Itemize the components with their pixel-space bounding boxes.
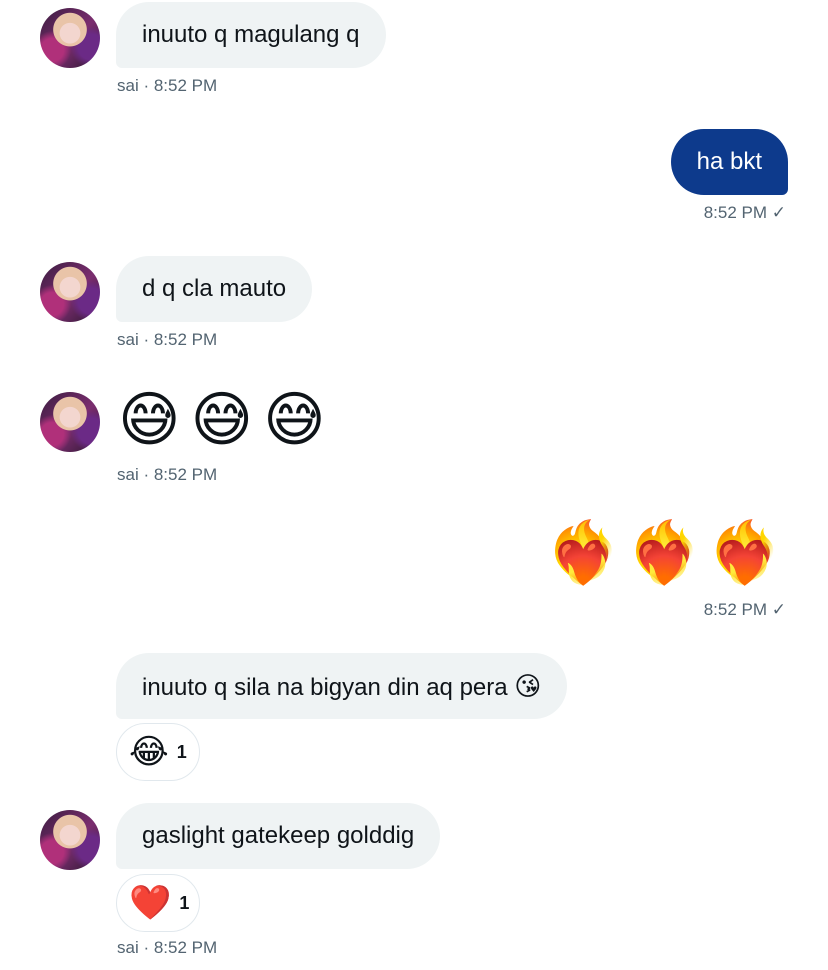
message-bubble[interactable]: inuuto q magulang q [116, 2, 386, 68]
message-meta: 8:52 PM ✓ [703, 203, 786, 222]
reaction-pill[interactable]: 😂 1 [116, 723, 200, 781]
emoji-message[interactable]: ❤️‍🔥❤️‍🔥❤️‍🔥 [546, 518, 788, 588]
kiss-emoji: 😘 [514, 671, 542, 701]
emoji-message[interactable]: 😅😅😅 [118, 385, 336, 455]
laughing-emoji-icon: 😂 [129, 733, 169, 771]
message-text: inuuto q sila na bigyan din aq pera [142, 674, 508, 701]
message-meta: sai · 8:52 PM [117, 465, 218, 484]
message-bubble[interactable]: gaslight gatekeep golddig [116, 803, 441, 869]
avatar[interactable] [40, 392, 100, 452]
message-meta: sai · 8:52 PM [117, 938, 218, 957]
avatar[interactable] [40, 810, 100, 870]
message-meta: sai · 8:52 PM [117, 76, 218, 95]
message-bubble[interactable]: ha bkt [670, 129, 788, 195]
reaction-count: 1 [176, 741, 187, 762]
avatar[interactable] [40, 8, 100, 68]
reaction-count: 1 [179, 892, 190, 913]
heart-emoji-icon: ❤️ [129, 884, 172, 922]
reaction-pill[interactable]: ❤️ 1 [116, 874, 200, 932]
message-meta: 8:52 PM ✓ [703, 600, 786, 619]
message-bubble[interactable]: inuuto q sila na bigyan din aq pera 😘 [116, 653, 568, 719]
message-bubble[interactable]: d q cla mauto [116, 256, 313, 322]
message-meta: sai · 8:52 PM [117, 330, 218, 349]
avatar[interactable] [40, 262, 100, 322]
